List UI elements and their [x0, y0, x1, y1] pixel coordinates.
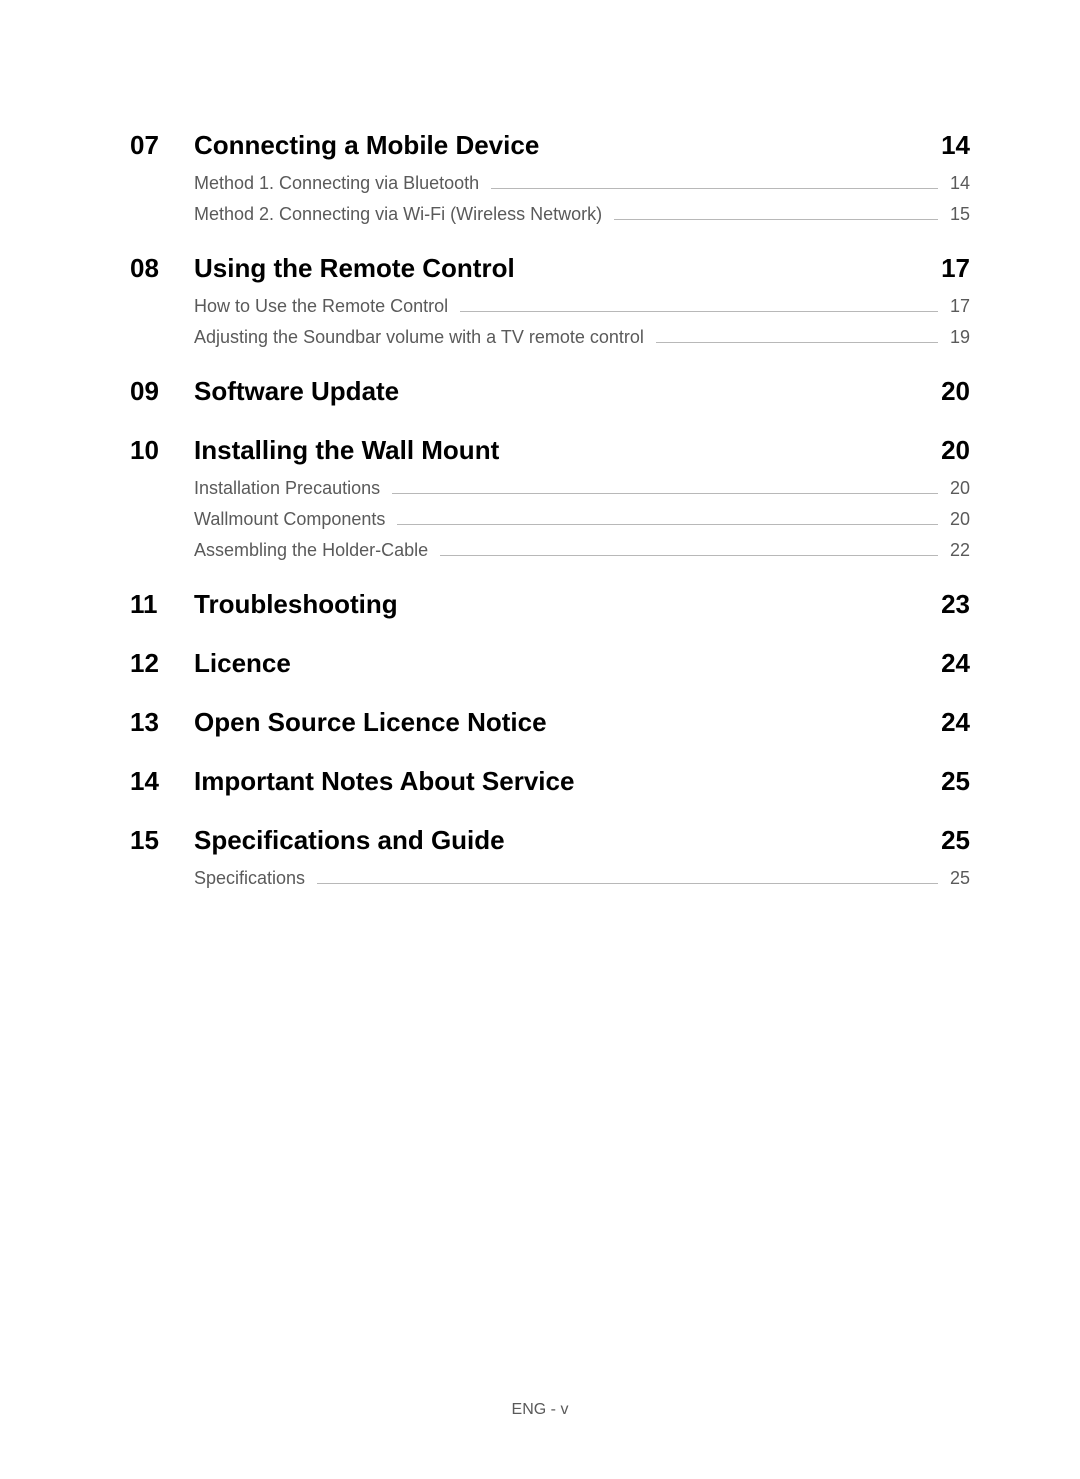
leader-line [460, 311, 938, 312]
sub-item-page: 19 [950, 327, 970, 348]
sub-item-title: Method 1. Connecting via Bluetooth [194, 173, 479, 194]
leader-line [392, 493, 938, 494]
sub-item-title: Adjusting the Soundbar volume with a TV … [194, 327, 644, 348]
sub-item-title: Method 2. Connecting via Wi-Fi (Wireless… [194, 204, 602, 225]
section-title: Software Update [194, 376, 941, 407]
sub-item-title: Specifications [194, 868, 305, 889]
toc-heading-row: 08Using the Remote Control17 [130, 253, 970, 284]
section-page: 23 [941, 589, 970, 620]
leader-line [614, 219, 938, 220]
section-page: 20 [941, 435, 970, 466]
toc-section: 07Connecting a Mobile Device14Method 1. … [130, 130, 970, 225]
section-title: Installing the Wall Mount [194, 435, 941, 466]
section-page: 20 [941, 376, 970, 407]
section-number: 08 [130, 253, 194, 284]
sub-item-page: 20 [950, 509, 970, 530]
toc-sub-item: How to Use the Remote Control 17 [194, 296, 970, 317]
toc-section: 12Licence24 [130, 648, 970, 679]
section-page: 25 [941, 825, 970, 856]
leader-line [491, 188, 938, 189]
page-footer: ENG - v [0, 1401, 1080, 1419]
toc-section: 09Software Update20 [130, 376, 970, 407]
section-title: Specifications and Guide [194, 825, 941, 856]
toc-heading-row: 13Open Source Licence Notice24 [130, 707, 970, 738]
sub-item-page: 20 [950, 478, 970, 499]
leader-line [317, 883, 938, 884]
sub-item-page: 15 [950, 204, 970, 225]
section-title: Troubleshooting [194, 589, 941, 620]
toc-heading-row: 09Software Update20 [130, 376, 970, 407]
section-page: 25 [941, 766, 970, 797]
toc-section: 08Using the Remote Control17How to Use t… [130, 253, 970, 348]
leader-line [656, 342, 938, 343]
toc-sub-item: Adjusting the Soundbar volume with a TV … [194, 327, 970, 348]
section-title: Open Source Licence Notice [194, 707, 941, 738]
toc-heading-row: 07Connecting a Mobile Device14 [130, 130, 970, 161]
toc-heading-row: 10Installing the Wall Mount20 [130, 435, 970, 466]
section-title: Connecting a Mobile Device [194, 130, 941, 161]
toc-heading-row: 12Licence24 [130, 648, 970, 679]
section-number: 15 [130, 825, 194, 856]
toc-sub-item: Installation Precautions 20 [194, 478, 970, 499]
section-number: 09 [130, 376, 194, 407]
section-title: Using the Remote Control [194, 253, 941, 284]
toc-sub-item: Assembling the Holder-Cable 22 [194, 540, 970, 561]
section-title: Important Notes About Service [194, 766, 941, 797]
section-number: 10 [130, 435, 194, 466]
toc-sub-item: Wallmount Components 20 [194, 509, 970, 530]
leader-line [397, 524, 938, 525]
section-page: 24 [941, 707, 970, 738]
toc-sub-item: Specifications 25 [194, 868, 970, 889]
toc-section: 14Important Notes About Service25 [130, 766, 970, 797]
section-number: 13 [130, 707, 194, 738]
sub-item-title: Installation Precautions [194, 478, 380, 499]
sub-item-page: 14 [950, 173, 970, 194]
toc-section: 13Open Source Licence Notice24 [130, 707, 970, 738]
sub-item-title: Assembling the Holder-Cable [194, 540, 428, 561]
sub-item-page: 22 [950, 540, 970, 561]
section-page: 17 [941, 253, 970, 284]
section-page: 14 [941, 130, 970, 161]
toc-sub-item: Method 2. Connecting via Wi-Fi (Wireless… [194, 204, 970, 225]
section-number: 11 [130, 589, 194, 620]
section-title: Licence [194, 648, 941, 679]
toc-heading-row: 11Troubleshooting23 [130, 589, 970, 620]
sub-item-title: Wallmount Components [194, 509, 385, 530]
section-page: 24 [941, 648, 970, 679]
leader-line [440, 555, 938, 556]
toc-sub-item: Method 1. Connecting via Bluetooth 14 [194, 173, 970, 194]
sub-item-page: 17 [950, 296, 970, 317]
section-number: 12 [130, 648, 194, 679]
toc-section: 15Specifications and Guide25Specificatio… [130, 825, 970, 889]
toc-heading-row: 15Specifications and Guide25 [130, 825, 970, 856]
section-number: 07 [130, 130, 194, 161]
toc-section: 10Installing the Wall Mount20Installatio… [130, 435, 970, 561]
sub-item-page: 25 [950, 868, 970, 889]
section-number: 14 [130, 766, 194, 797]
toc-container: 07Connecting a Mobile Device14Method 1. … [130, 130, 970, 889]
sub-item-title: How to Use the Remote Control [194, 296, 448, 317]
toc-section: 11Troubleshooting23 [130, 589, 970, 620]
toc-heading-row: 14Important Notes About Service25 [130, 766, 970, 797]
